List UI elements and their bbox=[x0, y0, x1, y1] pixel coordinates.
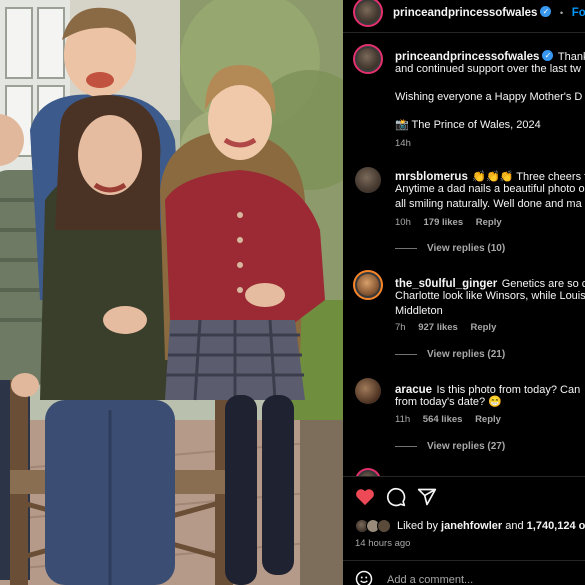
posted-time: 14 hours ago bbox=[355, 538, 411, 549]
view-replies-label: View replies (27) bbox=[427, 441, 506, 452]
post-side-panel: princeandprincessofwales✓ • Follo prince… bbox=[343, 0, 585, 585]
comment-text: Charlotte look like Winsors, while Louis bbox=[395, 290, 585, 302]
caption-avatar[interactable] bbox=[353, 44, 383, 74]
comment-likes[interactable]: 927 likes bbox=[418, 322, 458, 333]
reply-button[interactable]: Reply bbox=[475, 414, 501, 425]
comment-time: 11h bbox=[395, 414, 411, 425]
caption-text-2: and continued support over the last tw bbox=[395, 63, 581, 75]
liked-and: and bbox=[505, 520, 524, 532]
comment-likes[interactable]: 179 likes bbox=[424, 217, 464, 228]
view-replies-label: View replies (10) bbox=[427, 243, 506, 254]
caption-text-4: 📸 The Prince of Wales, 2024 bbox=[395, 119, 541, 131]
liked-prefix: Liked by bbox=[397, 520, 438, 532]
comment-text: all smiling naturally. Well done and ma bbox=[395, 198, 582, 210]
view-replies-button[interactable]: View replies (10) bbox=[395, 243, 505, 254]
replies-line bbox=[395, 445, 417, 447]
view-replies-button[interactable]: View replies (21) bbox=[395, 349, 505, 360]
comment-avatar[interactable] bbox=[353, 270, 383, 300]
comment-avatar[interactable] bbox=[355, 378, 381, 404]
likes-count-link[interactable]: 1,740,124 o bbox=[527, 520, 585, 532]
family-photo-illustration bbox=[0, 0, 343, 585]
replies-line bbox=[395, 247, 417, 249]
replies-line bbox=[395, 353, 417, 355]
view-replies-label: View replies (21) bbox=[427, 349, 506, 360]
liker-avatar bbox=[377, 519, 391, 533]
share-icon[interactable] bbox=[417, 487, 437, 507]
profile-avatar[interactable] bbox=[353, 0, 383, 27]
header-username-row: princeandprincessofwales✓ • Follo bbox=[393, 3, 585, 21]
view-replies-button[interactable]: View replies (27) bbox=[395, 441, 505, 452]
comment-text: Middleton bbox=[395, 305, 443, 317]
heart-icon[interactable] bbox=[355, 488, 375, 506]
comment-meta: 11h 564 likes Reply bbox=[395, 414, 501, 425]
comment-avatar[interactable] bbox=[355, 167, 381, 193]
verified-badge-icon: ✓ bbox=[540, 6, 552, 18]
comment-likes[interactable]: 564 likes bbox=[423, 414, 463, 425]
comment-icon[interactable] bbox=[386, 487, 406, 507]
caption-text-3: Wishing everyone a Happy Mother's D bbox=[395, 91, 583, 103]
comment-text: from today's date? 😁 bbox=[395, 396, 502, 408]
liked-user-link[interactable]: janehfowler bbox=[441, 520, 502, 532]
comment-text: Anytime a dad nails a beautiful photo o bbox=[395, 183, 585, 195]
verified-badge-icon: ✓ bbox=[542, 50, 554, 62]
comment-meta: 10h 179 likes Reply bbox=[395, 217, 502, 228]
caption-time: 14h bbox=[395, 138, 411, 149]
add-comment-input[interactable]: Add a comment... bbox=[387, 574, 473, 585]
liked-by-text: Liked by janehfowler and 1,740,124 o bbox=[397, 519, 585, 534]
reply-button[interactable]: Reply bbox=[476, 217, 502, 228]
comment-time: 7h bbox=[395, 322, 406, 333]
comment-time: 10h bbox=[395, 217, 411, 228]
comment-box-divider bbox=[343, 560, 585, 561]
header-dot: • bbox=[559, 8, 564, 19]
emoji-icon[interactable] bbox=[355, 570, 373, 585]
header-divider bbox=[343, 32, 585, 33]
follow-button[interactable]: Follo bbox=[572, 7, 585, 19]
post-photo[interactable] bbox=[0, 0, 343, 585]
comment-meta: 7h 927 likes Reply bbox=[395, 322, 496, 333]
header-username[interactable]: princeandprincessofwales bbox=[393, 7, 537, 19]
reply-button[interactable]: Reply bbox=[470, 322, 496, 333]
